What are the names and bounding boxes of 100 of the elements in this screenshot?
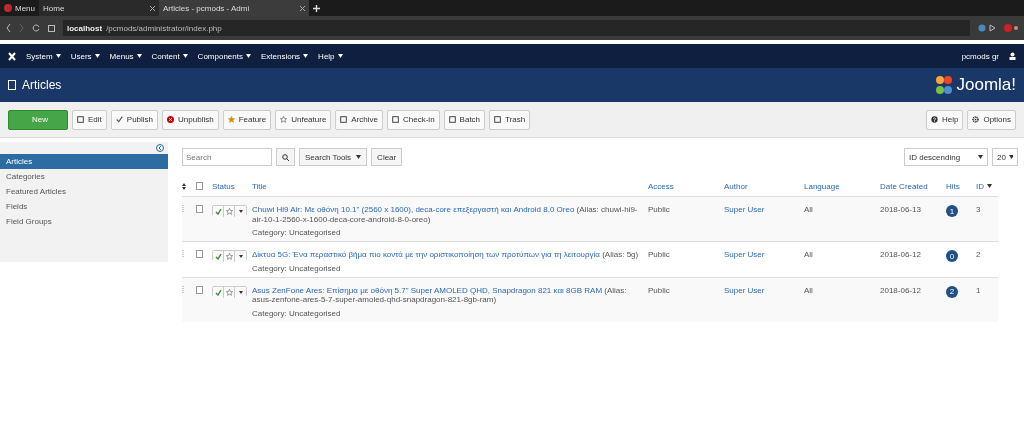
nav-menu-item[interactable]: System xyxy=(26,51,61,61)
caret-icon xyxy=(238,255,243,259)
column-header[interactable]: Hits xyxy=(946,181,960,191)
square-icon xyxy=(448,116,456,123)
nav-menu-item[interactable]: Users xyxy=(70,51,100,61)
publish-toggle[interactable] xyxy=(213,206,224,217)
article-title-link[interactable]: Asus ZenFone Ares: Επίσημα με οθόνη 5.7" Super AMOLED QHD, Snapdragon 821 και 8GB RAM (Alias: asus-zenfone-ares-5-7-super-amoled-qhd-snapdragon-821-8gb-ram) xyxy=(252,285,644,305)
check-icon xyxy=(214,288,222,296)
article-title-link[interactable]: Chuwi Hi9 Air: Με οθόνη 10.1" (2560 x 1600), deca-core επεξεργαστή και Android 8.0 Oreo (Alias: chuwi-hi9-air-10-1-2560-x-1600-deca-core-android-8-0-oreo) xyxy=(252,205,644,225)
close-icon[interactable] xyxy=(150,5,155,11)
toolbar-button[interactable]: Edit xyxy=(72,109,107,130)
column-header[interactable]: Date Created xyxy=(880,181,928,191)
reload-icon[interactable] xyxy=(32,24,40,32)
ordering-select[interactable]: ID descending xyxy=(904,148,988,166)
nav-menu-item[interactable]: Components xyxy=(197,51,251,61)
date-text: 2018-06-12 xyxy=(880,250,921,260)
author-link[interactable]: Super User xyxy=(724,205,765,214)
drag-handle-icon[interactable] xyxy=(182,250,184,259)
caret-icon xyxy=(238,210,243,213)
sidebar-item[interactable]: Articles xyxy=(0,154,168,169)
check-icon xyxy=(115,116,123,123)
select-all-checkbox[interactable] xyxy=(196,182,203,190)
column-header[interactable]: Status xyxy=(212,181,235,191)
new-tab-icon[interactable] xyxy=(313,4,320,12)
toolbar-button[interactable]: Check-in xyxy=(387,109,440,130)
clear-button[interactable]: Clear xyxy=(371,148,403,166)
joomla-logo-text: Joomla! xyxy=(956,75,1016,95)
collapse-icon[interactable] xyxy=(156,144,164,152)
search-button[interactable] xyxy=(276,148,295,166)
row-checkbox[interactable] xyxy=(196,250,203,259)
category-text: Category: Uncategorised xyxy=(252,308,342,318)
actions-dropdown[interactable] xyxy=(235,286,246,298)
address-bar[interactable]: localhost /pcmods/administrator/index.php xyxy=(63,20,970,36)
close-icon[interactable] xyxy=(300,5,305,11)
sidebar-item[interactable]: Categories xyxy=(0,169,168,184)
search-field[interactable]: Search xyxy=(182,148,272,166)
drag-handle-icon[interactable] xyxy=(182,205,184,213)
column-header[interactable]: ID xyxy=(976,181,984,191)
author-link[interactable]: Super User xyxy=(724,285,765,295)
sidebar-item[interactable]: Field Groups xyxy=(0,214,168,229)
toolbar-button[interactable]: Trash xyxy=(489,109,531,130)
id-text: 1 xyxy=(976,285,981,295)
toolbar-button[interactable]: Publish xyxy=(110,109,159,130)
nav-menu-item[interactable]: Help xyxy=(318,51,343,61)
column-header[interactable]: Language xyxy=(804,181,840,191)
user-icon[interactable] xyxy=(1009,52,1016,60)
caret-icon xyxy=(356,155,362,159)
browser-menu-button[interactable]: Menu xyxy=(0,0,39,16)
publish-toggle[interactable] xyxy=(213,251,224,263)
sort-icon[interactable] xyxy=(182,182,186,190)
column-header[interactable]: Author xyxy=(724,181,748,191)
settings-icon xyxy=(972,116,980,123)
toolbar-button[interactable]: Feature xyxy=(222,109,272,130)
author-link[interactable]: Super User xyxy=(724,250,765,260)
nav-menu-item[interactable]: Content xyxy=(151,51,188,61)
toolbar-button[interactable]: Options xyxy=(967,109,1016,130)
column-header[interactable]: Title xyxy=(252,181,267,191)
access-text: Public xyxy=(648,205,670,214)
sidebar-item[interactable]: Featured Articles xyxy=(0,184,168,199)
row-checkbox[interactable] xyxy=(196,285,203,294)
toolbar-button[interactable]: Batch xyxy=(443,109,486,130)
actions-dropdown[interactable] xyxy=(235,251,246,263)
hits-badge: 1 xyxy=(946,205,958,217)
toolbar-button[interactable]: Unpublish xyxy=(162,109,219,130)
browser-tab[interactable]: Home xyxy=(39,0,159,16)
featured-toggle[interactable] xyxy=(224,286,235,298)
check-icon xyxy=(214,253,222,261)
caret-icon xyxy=(978,155,983,159)
featured-toggle[interactable] xyxy=(224,206,235,217)
caret-icon xyxy=(337,54,343,58)
limit-select[interactable]: 20 xyxy=(992,148,1018,166)
article-title-link[interactable]: Δίκτυα 5G: Ένα περαστικό βήμα πιο κοντά με την οριστικοποίηση των προτύπων για τη λειτουργία (Alias: 5g) xyxy=(252,250,639,260)
language-text: All xyxy=(804,285,813,295)
star-outline-icon xyxy=(225,288,233,296)
nav-menu-item[interactable]: Extensions xyxy=(260,51,309,61)
featured-toggle[interactable] xyxy=(224,251,235,263)
x-circle-icon xyxy=(167,116,175,123)
caret-icon xyxy=(182,54,188,58)
nav-menu-item[interactable]: Menus xyxy=(109,51,142,61)
search-icon xyxy=(282,153,289,161)
page-title: Articles xyxy=(22,78,62,92)
help-icon xyxy=(930,116,938,123)
actions-dropdown[interactable] xyxy=(235,206,246,217)
sidebar-item[interactable]: Fields xyxy=(0,199,168,214)
caret-icon xyxy=(238,290,243,294)
extension-icons-drawing xyxy=(978,24,1018,32)
publish-toggle[interactable] xyxy=(213,286,224,298)
row-checkbox[interactable] xyxy=(196,205,203,213)
search-tools-button[interactable]: Search Tools xyxy=(299,148,368,166)
toolbar-button[interactable]: Help xyxy=(925,109,964,130)
back-icon[interactable] xyxy=(6,24,11,32)
checkbox-icon xyxy=(392,116,400,123)
access-text: Public xyxy=(648,250,670,260)
browser-tab[interactable]: Articles - pcmods - Admi xyxy=(159,0,309,16)
column-header[interactable]: Access xyxy=(648,181,674,191)
drag-handle-icon[interactable] xyxy=(182,285,184,294)
user-name[interactable]: pcmods gr xyxy=(961,51,999,61)
toolbar-button[interactable]: Unfeature xyxy=(275,109,332,130)
toolbar-button[interactable]: Archive xyxy=(335,109,384,130)
star-outline-icon xyxy=(225,208,233,215)
